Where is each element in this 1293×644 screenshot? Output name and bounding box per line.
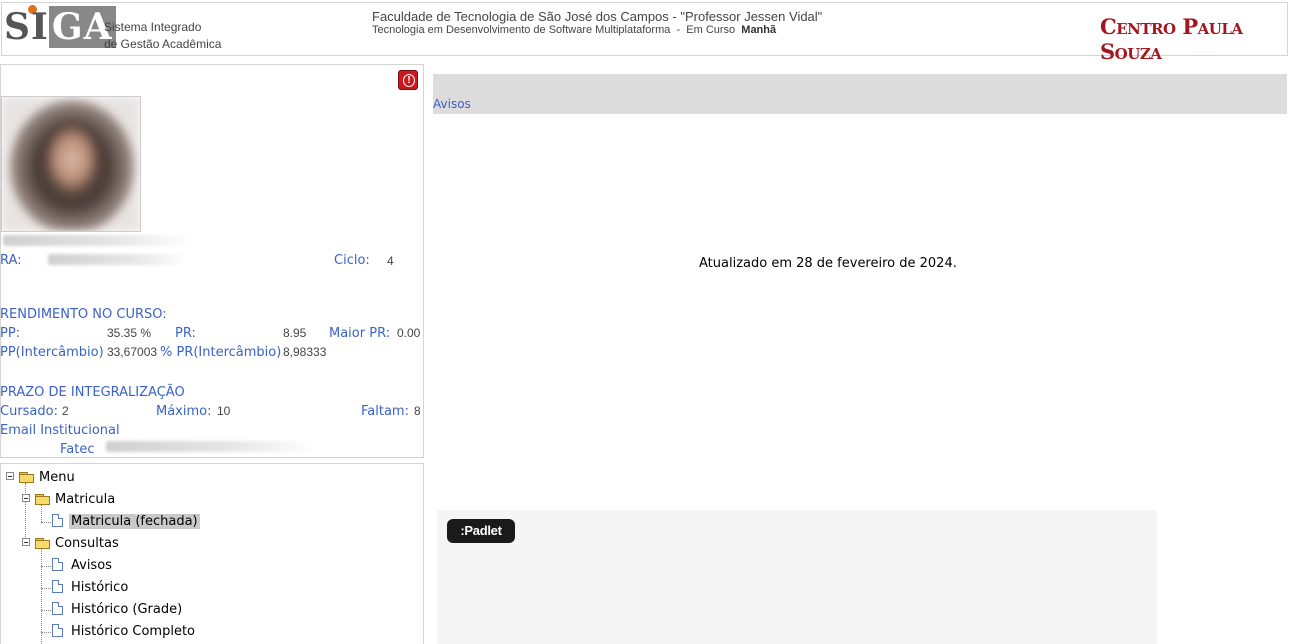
institution-name: Faculdade de Tecnologia de São José dos …: [372, 9, 823, 24]
email-institucional-label: Email Institucional: [0, 423, 120, 438]
maior-pr-label: Maior PR:: [329, 326, 391, 341]
tree-node-matricula[interactable]: Matricula: [55, 492, 115, 507]
student-name-redacted: [3, 235, 193, 246]
logo-subtitle-line2: de Gestão Acadêmica: [104, 37, 222, 51]
collapse-toggle-consultas[interactable]: [22, 538, 30, 546]
tree-connector: [41, 632, 51, 633]
centro-paula-souza-logo[interactable]: Centro Paula Souza: [1100, 14, 1293, 64]
pp-intercambio-value: 33,67003: [107, 345, 158, 359]
logo-subtitle-line1: Sistema Integrado: [104, 20, 202, 34]
email-value-redacted: [106, 441, 316, 452]
tree-connector: [41, 522, 51, 523]
collapse-toggle-menu[interactable]: [6, 472, 14, 480]
menu-panel: [0, 463, 424, 644]
avisos-header-bar: [433, 74, 1287, 114]
pp-value: 35.35 %: [107, 326, 152, 340]
prazo-title: PRAZO DE INTEGRALIZAÇÃO: [0, 385, 185, 400]
updated-notice: Atualizado em 28 de fevereiro de 2024.: [699, 256, 957, 271]
tree-connector: [41, 610, 51, 611]
alert-icon: !: [403, 74, 415, 87]
course-text: Tecnologia em Desenvolvimento de Softwar…: [372, 24, 742, 36]
ciclo-label: Ciclo:: [334, 253, 370, 268]
photo-image: [2, 97, 140, 231]
tree-item-historico[interactable]: Histórico: [71, 580, 128, 595]
tree-node-menu[interactable]: Menu: [39, 470, 75, 485]
pr-label: PR:: [175, 326, 196, 341]
tree-item-historico-completo[interactable]: Histórico Completo: [71, 624, 195, 639]
tree-item-avisos[interactable]: Avisos: [71, 558, 112, 573]
header: SIGA Sistema Integrado de Gestão Acadêmi…: [0, 0, 1293, 64]
maximo-label: Máximo:: [156, 404, 212, 419]
tree-item-matricula-fechada[interactable]: Matricula (fechada): [69, 514, 200, 529]
document-icon: [52, 580, 63, 593]
alert-button[interactable]: !: [398, 70, 418, 90]
document-icon: [52, 624, 63, 637]
cursado-label: Cursado:: [0, 404, 58, 419]
student-photo: [1, 96, 141, 232]
siga-logo[interactable]: SIGA: [4, 6, 116, 48]
faltam-value: 8: [414, 404, 421, 418]
shift-text: Manhã: [741, 24, 777, 36]
folder-open-icon: [19, 472, 35, 483]
folder-open-icon: [35, 494, 51, 505]
pp-intercambio-label: PP(Intercâmbio): [0, 345, 104, 360]
collapse-toggle-matricula[interactable]: [22, 494, 30, 502]
course-line: Tecnologia em Desenvolvimento de Softwar…: [372, 24, 776, 36]
tree-connector: [41, 549, 42, 644]
pr-intercambio-value: 8,98333: [283, 345, 327, 359]
tree-connector: [41, 566, 51, 567]
document-icon: [52, 558, 63, 571]
folder-open-icon: [35, 538, 51, 549]
pr-intercambio-label: % PR(Intercâmbio): [160, 345, 282, 360]
padlet-embed[interactable]: [437, 510, 1157, 644]
avisos-link[interactable]: Avisos: [433, 97, 471, 111]
document-icon: [52, 514, 63, 527]
tree-item-historico-grade[interactable]: Histórico (Grade): [71, 602, 182, 617]
pp-label: PP:: [0, 326, 21, 341]
pr-value: 8.95: [283, 326, 307, 340]
brand-text: Centro Paula Souza: [1100, 14, 1243, 64]
maior-pr-value: 0.00: [397, 326, 421, 340]
cursado-value: 2: [62, 404, 69, 418]
tree-connector: [25, 483, 26, 545]
rendimento-title: RENDIMENTO NO CURSO:: [0, 307, 167, 322]
ra-label: RA:: [0, 253, 22, 268]
ciclo-value: 4: [387, 254, 394, 268]
ra-value-redacted: [48, 254, 188, 265]
document-icon: [52, 602, 63, 615]
maximo-value: 10: [217, 404, 231, 418]
faltam-label: Faltam:: [361, 404, 409, 419]
tree-connector: [41, 588, 51, 589]
tree-node-consultas[interactable]: Consultas: [55, 536, 119, 551]
fatec-label: Fatec: [60, 442, 95, 457]
tree-connector: [41, 505, 42, 522]
logo-subtitle: Sistema Integrado de Gestão Acadêmica: [104, 19, 221, 53]
padlet-logo[interactable]: :Padlet: [447, 519, 515, 543]
